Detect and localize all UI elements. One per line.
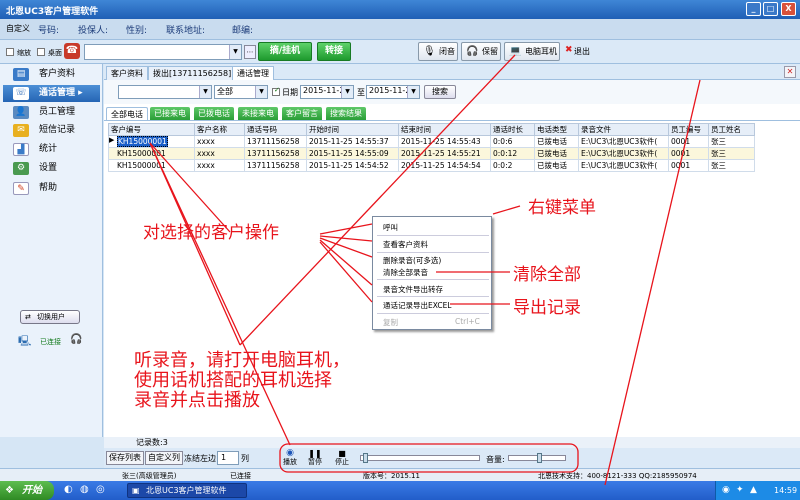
annotation-listen-3: 录音并点击播放 xyxy=(134,390,260,411)
annotation-export: 导出记录 xyxy=(513,298,581,318)
annotation-arrow xyxy=(239,54,516,346)
annotation-highlight xyxy=(279,443,579,473)
annotation-right-menu: 右键菜单 xyxy=(528,198,596,218)
annotation-clear-all: 清除全部 xyxy=(513,265,581,285)
annotation-arrow xyxy=(319,239,373,286)
annotation-arrow xyxy=(492,205,521,215)
annotation-arrow xyxy=(604,79,701,486)
annotation-operate: 对选择的客户操作 xyxy=(143,223,279,243)
annotation-arrow xyxy=(319,241,373,303)
annotation-arrows xyxy=(149,54,701,486)
